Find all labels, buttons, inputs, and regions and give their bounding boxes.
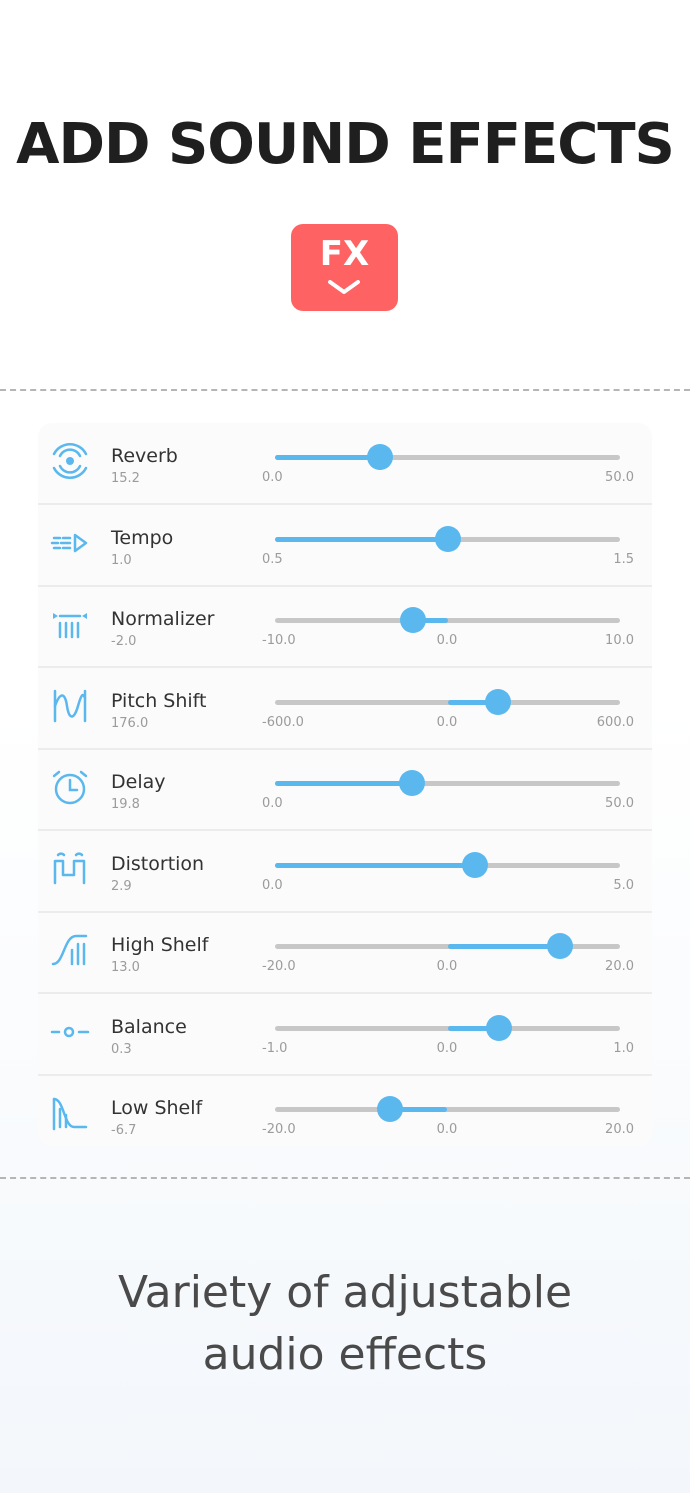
effect-name: Pitch Shift bbox=[111, 689, 207, 712]
effect-name: Tempo bbox=[111, 526, 174, 549]
slider-max-label: 1.5 bbox=[613, 551, 634, 567]
effect-name: High Shelf bbox=[111, 934, 209, 956]
slider-min-label: 0.0 bbox=[262, 877, 283, 893]
effect-row-reverb: Reverb 15.2 0.0 50.0 bbox=[38, 423, 652, 505]
effect-name: Delay bbox=[111, 771, 166, 793]
low-shelf-icon bbox=[50, 1093, 90, 1133]
distortion-icon bbox=[50, 849, 90, 889]
slider-max-label: 10.0 bbox=[605, 633, 634, 648]
effect-slider[interactable] bbox=[275, 688, 620, 715]
slider-mid-label: 0.0 bbox=[436, 633, 458, 648]
slider-max-label: 50.0 bbox=[605, 470, 634, 485]
slider-min-label: -20.0 bbox=[262, 1122, 296, 1137]
caption-line-1: Variety of adjustable bbox=[117, 1267, 573, 1318]
normalizer-icon bbox=[50, 604, 90, 644]
slider-max-label: 1.0 bbox=[613, 1040, 634, 1056]
slider-thumb[interactable] bbox=[366, 444, 393, 470]
effect-name: Balance bbox=[111, 1015, 187, 1038]
chevron-down-icon bbox=[328, 280, 360, 294]
effect-row-tempo: Tempo 1.0 0.5 1.5 bbox=[38, 505, 652, 587]
effect-value: 19.8 bbox=[111, 797, 140, 812]
slider-max-label: 50.0 bbox=[605, 796, 634, 811]
effect-slider[interactable] bbox=[275, 444, 620, 470]
fx-badge-label: FX bbox=[319, 234, 370, 274]
effect-value: 0.3 bbox=[111, 1041, 132, 1057]
slider-min-label: 0.5 bbox=[262, 551, 283, 567]
effect-slider[interactable] bbox=[275, 770, 620, 796]
balance-icon bbox=[50, 1012, 90, 1052]
slider-max-label: 5.0 bbox=[613, 877, 634, 893]
slider-fill bbox=[275, 536, 448, 542]
slider-thumb[interactable] bbox=[398, 770, 425, 796]
slider-max-label: 20.0 bbox=[605, 959, 634, 974]
slider-fill bbox=[275, 781, 412, 786]
caption-line-2: audio effects bbox=[202, 1329, 488, 1380]
slider-min-label: -1.0 bbox=[262, 1040, 288, 1056]
slider-max-label: 600.0 bbox=[596, 714, 634, 730]
top-divider bbox=[0, 389, 690, 391]
effect-name: Distortion bbox=[111, 852, 205, 875]
page-title: ADD SOUND EFFECTS bbox=[16, 112, 675, 177]
effect-value: 176.0 bbox=[111, 715, 149, 731]
slider-mid-label: 0.0 bbox=[436, 1040, 458, 1056]
slider-min-label: -600.0 bbox=[262, 714, 304, 730]
effect-name: Low Shelf bbox=[111, 1097, 203, 1119]
slider-min-label: -20.0 bbox=[262, 959, 296, 974]
slider-thumb[interactable] bbox=[376, 1096, 403, 1122]
effect-value: 1.0 bbox=[111, 552, 132, 568]
slider-thumb[interactable] bbox=[400, 607, 426, 633]
slider-thumb[interactable] bbox=[462, 851, 489, 878]
bottom-divider bbox=[0, 1177, 690, 1179]
effect-row-low-shelf: Low Shelf -6.7 -20.0 0.0 20.0 bbox=[38, 1075, 652, 1155]
effect-slider[interactable] bbox=[275, 607, 620, 633]
effect-row-delay: Delay 19.8 0.0 50.0 bbox=[38, 749, 652, 831]
slider-thumb[interactable] bbox=[486, 1014, 513, 1041]
slider-min-label: -10.0 bbox=[262, 633, 296, 648]
slider-thumb[interactable] bbox=[546, 933, 573, 959]
reverb-icon bbox=[50, 441, 90, 481]
effect-slider[interactable] bbox=[275, 1096, 620, 1122]
effect-slider[interactable] bbox=[275, 525, 620, 552]
effect-value: 2.9 bbox=[111, 878, 132, 894]
slider-max-label: 20.0 bbox=[605, 1122, 634, 1137]
slider-mid-label: 0.0 bbox=[436, 1122, 458, 1137]
effect-row-high-shelf: High Shelf 13.0 -20.0 0.0 20.0 bbox=[38, 912, 652, 994]
slider-mid-label: 0.0 bbox=[436, 714, 458, 730]
slider-min-label: 0.0 bbox=[262, 796, 283, 811]
effect-row-balance: Balance 0.3 -1.0 0.0 1.0 bbox=[38, 994, 652, 1076]
slider-fill bbox=[275, 862, 476, 868]
effect-row-normalizer: Normalizer -2.0 -10.0 0.0 10.0 bbox=[38, 586, 652, 668]
slider-thumb[interactable] bbox=[434, 525, 461, 552]
effect-row-distortion: Distortion 2.9 0.0 5.0 bbox=[38, 831, 652, 913]
effect-slider[interactable] bbox=[275, 933, 620, 959]
effect-value: -6.7 bbox=[111, 1123, 137, 1138]
effect-value: 15.2 bbox=[111, 471, 140, 486]
pitch-shift-icon bbox=[50, 686, 90, 726]
effect-value: 13.0 bbox=[111, 960, 140, 975]
effect-row-pitch-shift: Pitch Shift 176.0 -600.0 0.0 600.0 bbox=[38, 668, 652, 750]
effect-slider[interactable] bbox=[275, 1014, 620, 1041]
fx-badge: FX bbox=[291, 224, 398, 311]
high-shelf-icon bbox=[50, 930, 90, 970]
slider-mid-label: 0.0 bbox=[436, 959, 458, 974]
effect-name: Normalizer bbox=[111, 608, 215, 630]
effect-value: -2.0 bbox=[111, 634, 137, 649]
slider-fill bbox=[275, 455, 380, 460]
tempo-icon bbox=[50, 523, 90, 563]
slider-fill bbox=[447, 944, 560, 949]
slider-min-label: 0.0 bbox=[262, 470, 283, 485]
slider-thumb[interactable] bbox=[485, 688, 512, 715]
caption: Variety of adjustable audio effects bbox=[0, 1262, 690, 1386]
effect-slider[interactable] bbox=[275, 851, 620, 878]
effect-name: Reverb bbox=[111, 445, 178, 467]
delay-icon bbox=[50, 767, 90, 807]
